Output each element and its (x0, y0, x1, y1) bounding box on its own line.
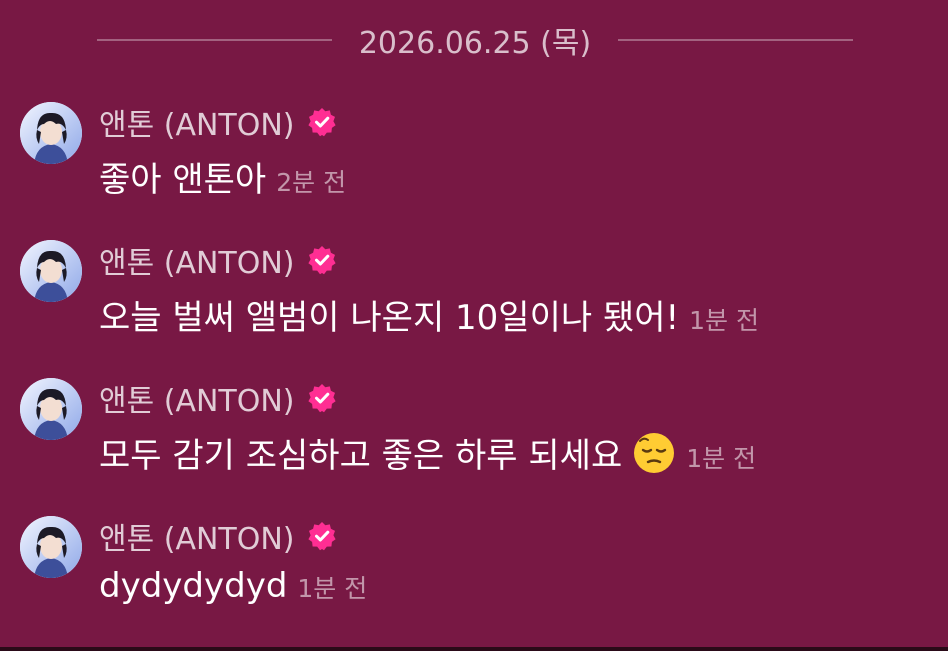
message-text: 오늘 벌써 앨범이 나온지 10일이나 됐어! (99, 298, 680, 338)
verified-badge-icon (307, 107, 337, 137)
message-time: 1분 전 (686, 444, 757, 473)
verified-badge-icon (307, 245, 337, 275)
message-row: 모두 감기 조심하고 좋은 하루 되세요 1분 전 (99, 428, 756, 478)
message-time: 1분 전 (297, 574, 368, 603)
chat-message[interactable]: 앤톤 (ANTON) dydydydyd 1분 전 (20, 516, 920, 626)
bottom-edge (0, 647, 948, 651)
sender-name[interactable]: 앤톤 (ANTON) (99, 100, 295, 144)
avatar[interactable] (20, 378, 82, 440)
message-text: 모두 감기 조심하고 좋은 하루 되세요 (99, 436, 623, 476)
message-row: 오늘 벌써 앨범이 나온지 10일이나 됐어! 1분 전 (99, 290, 759, 340)
message-time: 1분 전 (689, 306, 759, 335)
sender-name[interactable]: 앤톤 (ANTON) (99, 376, 295, 420)
avatar[interactable] (20, 516, 82, 578)
message-text: 좋아 앤톤아 (99, 160, 267, 200)
chat-message[interactable]: 앤톤 (ANTON) 모두 감기 조심하고 좋은 하루 되세요 1분 전 (20, 378, 920, 488)
pensive-face-emoji-icon (632, 431, 676, 475)
verified-badge-icon (307, 383, 337, 413)
sender-row: 앤톤 (ANTON) (99, 100, 337, 144)
message-time: 2분 전 (276, 168, 347, 197)
avatar[interactable] (20, 240, 82, 302)
divider-line-right (618, 39, 853, 41)
avatar[interactable] (20, 102, 82, 164)
verified-badge-icon (307, 521, 337, 551)
sender-row: 앤톤 (ANTON) (99, 514, 337, 558)
sender-name[interactable]: 앤톤 (ANTON) (99, 238, 295, 282)
divider-line-left (97, 39, 332, 41)
date-separator: 2026.06.25 (목) (97, 18, 853, 62)
sender-row: 앤톤 (ANTON) (99, 376, 337, 420)
message-row: 좋아 앤톤아 2분 전 (99, 152, 346, 202)
message-row: dydydydyd 1분 전 (99, 566, 367, 616)
chat-screen: 2026.06.25 (목) 앤톤 (ANTON) 좋아 앤톤아 2분 전 앤톤… (0, 0, 948, 651)
date-label: 2026.06.25 (목) (358, 26, 592, 61)
chat-message[interactable]: 앤톤 (ANTON) 좋아 앤톤아 2분 전 (20, 102, 920, 212)
sender-name[interactable]: 앤톤 (ANTON) (99, 514, 295, 558)
message-text: dydydydyd (99, 566, 288, 606)
chat-message[interactable]: 앤톤 (ANTON) 오늘 벌써 앨범이 나온지 10일이나 됐어! 1분 전 (20, 240, 920, 350)
sender-row: 앤톤 (ANTON) (99, 238, 337, 282)
